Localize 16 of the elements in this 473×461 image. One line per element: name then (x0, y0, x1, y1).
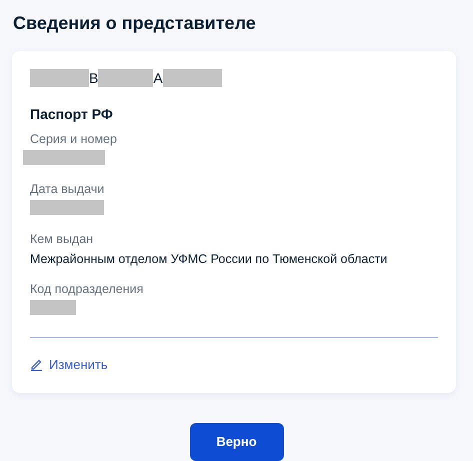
redaction-bar (98, 69, 154, 87)
document-title: Паспорт РФ (30, 105, 114, 124)
redaction-bar (30, 69, 89, 87)
field-label: Дата выдачи (30, 181, 106, 198)
redaction-bar (162, 69, 222, 87)
name-initial: В (89, 69, 98, 87)
redaction-bar (30, 300, 76, 315)
field-label: Кем выдан (30, 231, 94, 248)
page-title: Сведения о представителе (12, 12, 257, 35)
field-label: Код подразделения (30, 281, 144, 298)
pencil-icon (30, 358, 43, 372)
name-initial: А (153, 69, 163, 87)
field-value: Межрайонным отделом УФМС России по Тюменской области (30, 251, 388, 268)
confirm-button[interactable]: Верно (190, 422, 284, 460)
edit-link[interactable]: Изменить (30, 355, 108, 374)
field-label: Серия и номер (30, 131, 118, 148)
